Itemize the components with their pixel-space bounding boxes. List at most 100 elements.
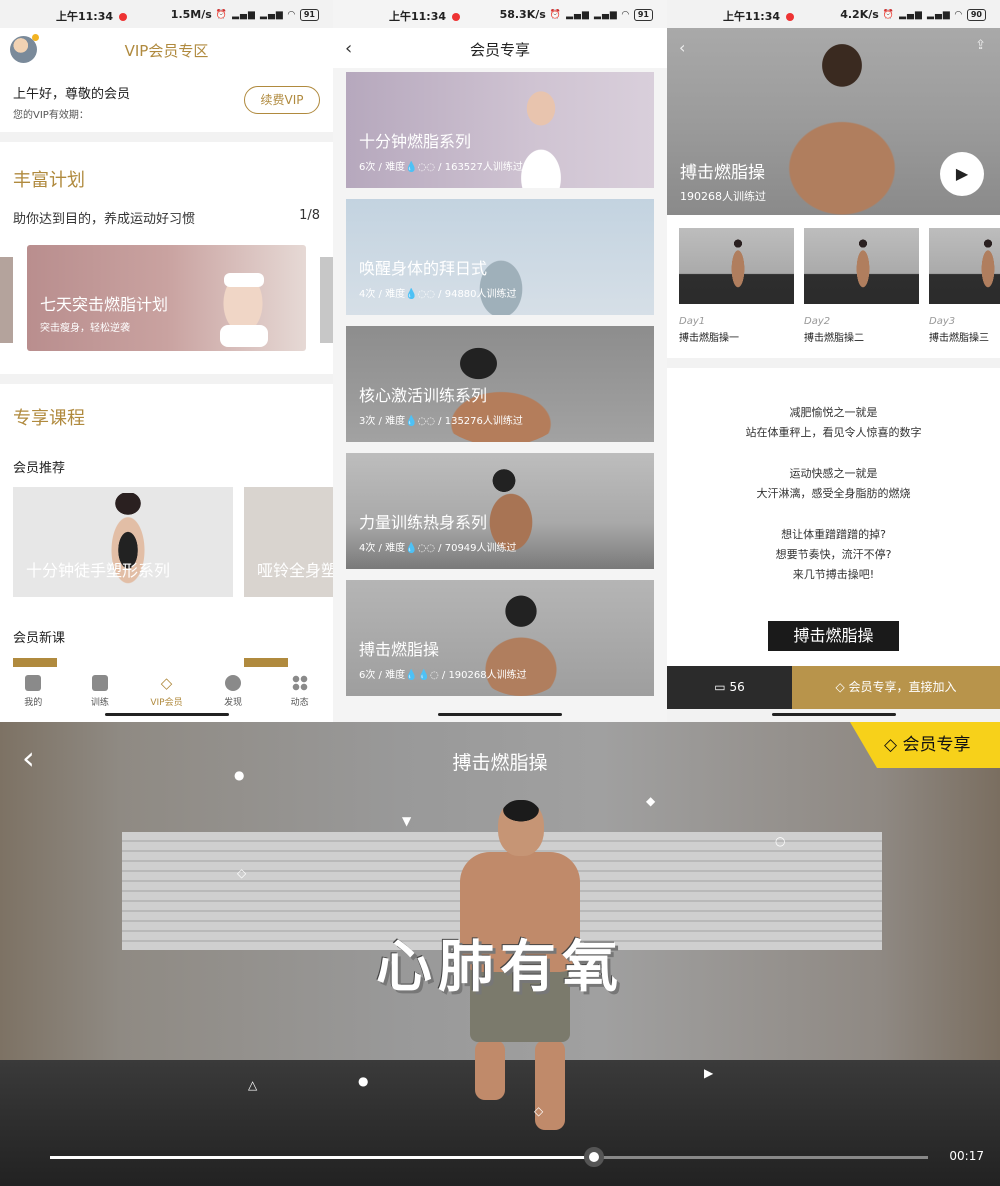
desc-line: 想让体重蹭蹭蹭的掉? bbox=[781, 528, 886, 541]
header: ‹ 会员专享 bbox=[333, 28, 667, 68]
day-thumbnail bbox=[929, 228, 1000, 304]
vip-validity: 您的VIP有效期： bbox=[13, 110, 89, 121]
course-card[interactable]: 哑铃全身塑 bbox=[244, 487, 333, 597]
header: VIP会员专区 bbox=[0, 28, 333, 72]
renew-vip-button[interactable]: 续费VIP bbox=[244, 86, 320, 114]
signal-icon: ⏰ ▂▄▆ ▂▄▆ ◠ bbox=[549, 9, 630, 20]
day-name: 搏击燃脂操三 bbox=[929, 333, 989, 344]
desc-line: 想要节奏快，流汗不停? bbox=[775, 548, 892, 561]
series-meta: 6次 / 难度💧💧◌ / 190268人训练过 bbox=[359, 670, 527, 681]
course-detail-screen: 上午11:34 4.2K/s ⏰ ▂▄▆ ▂▄▆ ◠ 90 ‹ ⇪ 搏击燃脂操 … bbox=[667, 0, 1000, 722]
page-title: VIP会员专区 bbox=[124, 42, 209, 60]
network-speed: 4.2K/s bbox=[840, 8, 879, 21]
join-label: 会员专享，直接加入 bbox=[848, 680, 957, 694]
series-meta: 4次 / 难度💧◌◌ / 94880人训练过 bbox=[359, 289, 517, 300]
trainer-figure bbox=[498, 800, 544, 856]
diamond-icon: ◇ bbox=[884, 735, 903, 755]
tab-label: 训练 bbox=[90, 698, 109, 708]
video-player: 心肺有氧 ● ▼ ◆ ○ ◇ △ ● ▶ ◇ ‹ 搏击燃脂操 ◇ 会员专享 00… bbox=[0, 722, 1000, 1186]
grid-dots-icon bbox=[291, 675, 308, 691]
plan-title: 七天突击燃脂计划 bbox=[40, 295, 169, 314]
desc-line: 减肥愉悦之一就是 bbox=[789, 406, 878, 419]
tab-label: VIP会员 bbox=[150, 698, 183, 708]
decor-triangle: ▶ bbox=[704, 1066, 714, 1080]
course-tag: 搏击燃脂操 bbox=[768, 621, 899, 651]
hero-image bbox=[767, 28, 917, 215]
desc-line: 站在体重秤上，看见令人惊喜的数字 bbox=[745, 426, 922, 439]
play-icon: ▶ bbox=[955, 164, 969, 183]
day-number: Day1 bbox=[679, 316, 706, 327]
day-thumbnail bbox=[804, 228, 919, 304]
decor-triangle: △ bbox=[248, 1078, 258, 1092]
day-name: 搏击燃脂操二 bbox=[804, 333, 864, 344]
person-icon bbox=[25, 675, 42, 691]
tab-mine[interactable]: 我的 bbox=[0, 667, 67, 722]
series-meta: 4次 / 难度💧◌◌ / 70949人训练过 bbox=[359, 543, 517, 554]
series-title: 十分钟燃脂系列 bbox=[359, 132, 472, 151]
plan-card[interactable]: 七天突击燃脂计划 突击瘦身，轻松逆袭 bbox=[27, 245, 306, 351]
decor-diamond: ◇ bbox=[534, 1104, 544, 1118]
course-title: 哑铃全身塑 bbox=[257, 561, 333, 580]
home-indicator[interactable] bbox=[771, 713, 896, 716]
home-indicator[interactable] bbox=[104, 713, 229, 716]
back-icon[interactable]: ‹ bbox=[679, 38, 685, 57]
tab-label: 我的 bbox=[24, 698, 43, 708]
video-title: 搏击燃脂操 bbox=[452, 752, 548, 774]
share-icon[interactable]: ⇪ bbox=[975, 38, 986, 53]
day-number: Day2 bbox=[804, 316, 831, 327]
decor-circle: ○ bbox=[775, 834, 786, 848]
day-item[interactable]: Day1 搏击燃脂操一 bbox=[679, 228, 794, 344]
trained-count: 190268人训练过 bbox=[680, 190, 766, 203]
series-card[interactable]: 唤醒身体的拜日式 4次 / 难度💧◌◌ / 94880人训练过 bbox=[346, 199, 654, 315]
tab-label: 发现 bbox=[224, 698, 243, 708]
series-title: 力量训练热身系列 bbox=[359, 513, 488, 532]
recommend-label: 会员推荐 bbox=[13, 461, 66, 476]
play-button[interactable]: ▶ bbox=[940, 152, 984, 196]
comment-count: 56 bbox=[729, 680, 745, 694]
diamond-icon: ◇ bbox=[835, 680, 849, 694]
series-card[interactable]: 十分钟燃脂系列 6次 / 难度💧◌◌ / 163527人训练过 bbox=[346, 72, 654, 188]
course-card[interactable]: 十分钟徒手塑形系列 bbox=[13, 487, 233, 597]
plan-card-prev[interactable] bbox=[0, 257, 13, 343]
course-image bbox=[103, 493, 153, 597]
decor-diamond: ◆ bbox=[646, 794, 656, 808]
plan-card-next[interactable] bbox=[320, 257, 333, 343]
home-indicator[interactable] bbox=[438, 713, 562, 716]
plans-section: 丰富计划 助你达到目的，养成运动好习惯 1/8 七天突击燃脂计划 突击瘦身，轻松… bbox=[0, 142, 333, 374]
plan-image bbox=[198, 245, 288, 351]
diamond-icon: ◇ bbox=[160, 674, 173, 692]
desc-line: 运动快感之一就是 bbox=[789, 467, 878, 480]
decor-dot: ● bbox=[358, 1074, 369, 1088]
day-item[interactable]: Day3 搏击燃脂操三 bbox=[929, 228, 1000, 344]
plans-title: 丰富计划 bbox=[13, 170, 85, 191]
comment-icon: ▭ bbox=[714, 680, 730, 694]
tab-feed[interactable]: 动态 bbox=[266, 667, 333, 722]
compass-icon bbox=[225, 675, 242, 691]
vip-badge-label: 会员专享 bbox=[902, 735, 971, 755]
comment-button[interactable]: ▭ 56 bbox=[667, 666, 792, 709]
video-overlay-text: 心肺有氧 bbox=[376, 935, 624, 1000]
day-name: 搏击燃脂操一 bbox=[679, 333, 739, 344]
course-title: 搏击燃脂操 bbox=[680, 163, 765, 183]
decor-triangle: ▼ bbox=[402, 814, 412, 828]
signal-icon: ⏰ ▂▄▆ ▂▄▆ ◠ bbox=[215, 9, 296, 20]
decor-square: ◇ bbox=[237, 866, 247, 880]
series-card[interactable]: 核心激活训练系列 3次 / 难度💧◌◌ / 135276人训练过 bbox=[346, 326, 654, 442]
vip-zone-screen: 上午11:34 1.5M/s ⏰ ▂▄▆ ▂▄▆ ◠ 91 VIP会员专区 上午… bbox=[0, 0, 333, 722]
new-courses-label: 会员新课 bbox=[13, 631, 66, 646]
new-badge bbox=[13, 658, 57, 667]
new-badge bbox=[244, 658, 288, 667]
video-progress-bar[interactable] bbox=[50, 1147, 928, 1167]
join-button[interactable]: ◇ 会员专享，直接加入 bbox=[792, 666, 1000, 709]
day-item[interactable]: Day2 搏击燃脂操二 bbox=[804, 228, 919, 344]
member-exclusive-screen: 上午11:34 58.3K/s ⏰ ▂▄▆ ▂▄▆ ◠ 91 ‹ 会员专享 十分… bbox=[333, 0, 667, 722]
greeting-card: 上午好，尊敬的会员 您的VIP有效期： 续费VIP bbox=[0, 72, 333, 132]
status-time: 上午11:34 bbox=[56, 8, 127, 24]
desc-line: 来几节搏击操吧! bbox=[792, 568, 875, 581]
status-bar: 上午11:34 4.2K/s ⏰ ▂▄▆ ▂▄▆ ◠ 90 bbox=[667, 0, 1000, 28]
desc-line: 大汗淋漓，感受全身脂肪的燃烧 bbox=[756, 487, 911, 500]
battery-icon: 91 bbox=[299, 8, 319, 21]
courses-title: 专享课程 bbox=[13, 408, 85, 429]
series-card[interactable]: 力量训练热身系列 4次 / 难度💧◌◌ / 70949人训练过 bbox=[346, 453, 654, 569]
series-card[interactable]: 搏击燃脂操 6次 / 难度💧💧◌ / 190268人训练过 bbox=[346, 580, 654, 696]
